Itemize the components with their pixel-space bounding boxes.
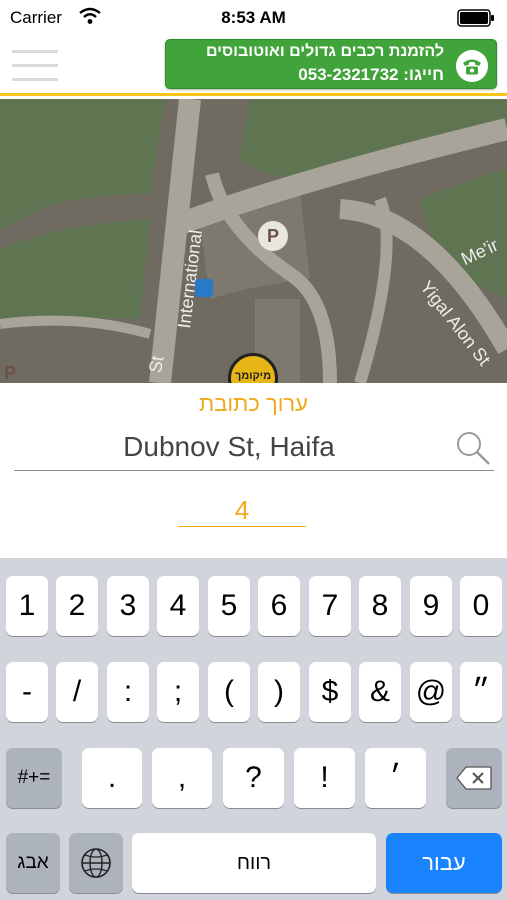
search-icon[interactable] bbox=[454, 429, 492, 467]
key-6[interactable]: 6 bbox=[258, 576, 300, 636]
key-0[interactable]: 0 bbox=[460, 576, 502, 636]
panel-title: ערוך כתובת bbox=[199, 391, 308, 416]
house-number-value: 4 bbox=[234, 495, 250, 525]
backspace-icon bbox=[456, 766, 492, 790]
key-more-symbols[interactable]: #+= bbox=[6, 748, 62, 808]
key-exclamation[interactable]: ! bbox=[294, 748, 355, 808]
key-7[interactable]: 7 bbox=[309, 576, 351, 636]
key-5[interactable]: 5 bbox=[208, 576, 250, 636]
battery-icon bbox=[457, 9, 494, 27]
key-geresh[interactable]: ׳ bbox=[365, 748, 426, 808]
bus-stop-icon bbox=[195, 279, 213, 297]
app-header: להזמנת רכבים גדולים ואוטובוסים חייגו: 05… bbox=[0, 36, 507, 96]
status-bar: Carrier 8:53 AM bbox=[0, 0, 507, 36]
edit-address-panel: ערוך כתובת Dubnov St, Haifa 4 bbox=[0, 383, 507, 558]
key-slash[interactable]: / bbox=[56, 662, 98, 722]
key-8[interactable]: 8 bbox=[359, 576, 401, 636]
street-label-st: St bbox=[145, 354, 168, 375]
key-3[interactable]: 3 bbox=[107, 576, 149, 636]
space-key[interactable]: רווח bbox=[132, 833, 376, 893]
key-comma[interactable]: , bbox=[152, 748, 212, 808]
key-question[interactable]: ? bbox=[223, 748, 284, 808]
map-roads bbox=[0, 99, 507, 383]
go-key[interactable]: עבור bbox=[386, 833, 502, 893]
globe-icon bbox=[81, 848, 111, 878]
key-letters[interactable]: אבג bbox=[6, 833, 60, 893]
clock: 8:53 AM bbox=[221, 8, 286, 27]
numeric-keyboard: 1 2 3 4 5 6 7 8 9 0 - / : ; ( ) $ & @ ״ … bbox=[0, 558, 507, 900]
phone-icon bbox=[456, 50, 488, 82]
key-close-paren[interactable]: ) bbox=[258, 662, 300, 722]
pin-label: מיקומך bbox=[234, 370, 272, 382]
promo-phone-text: חייגו: 053-2321732 bbox=[298, 65, 444, 84]
promo-text: להזמנת רכבים גדולים ואוטובוסים bbox=[205, 43, 444, 60]
parking-icon: P bbox=[258, 221, 288, 251]
key-2[interactable]: 2 bbox=[56, 576, 98, 636]
parking-icon: P bbox=[4, 363, 17, 383]
backspace-key[interactable] bbox=[446, 748, 502, 808]
globe-key[interactable] bbox=[69, 833, 123, 893]
key-semicolon[interactable]: ; bbox=[157, 662, 199, 722]
key-period[interactable]: . bbox=[82, 748, 142, 808]
key-4[interactable]: 4 bbox=[157, 576, 199, 636]
address-field[interactable]: Dubnov St, Haifa bbox=[14, 425, 494, 471]
key-hyphen[interactable]: - bbox=[6, 662, 48, 722]
house-number-field[interactable]: 4 bbox=[178, 483, 306, 527]
key-1[interactable]: 1 bbox=[6, 576, 48, 636]
map-view[interactable]: International Me'ir Yigal Alon St St P P… bbox=[0, 99, 507, 383]
key-colon[interactable]: : bbox=[107, 662, 149, 722]
key-dollar[interactable]: $ bbox=[309, 662, 351, 722]
key-gershayim[interactable]: ״ bbox=[460, 662, 502, 722]
address-value: Dubnov St, Haifa bbox=[123, 431, 335, 462]
key-9[interactable]: 9 bbox=[410, 576, 452, 636]
hamburger-menu-icon[interactable] bbox=[8, 42, 62, 88]
large-vehicle-order-banner[interactable]: להזמנת רכבים גדולים ואוטובוסים חייגו: 05… bbox=[165, 39, 497, 89]
key-ampersand[interactable]: & bbox=[359, 662, 401, 722]
key-at[interactable]: @ bbox=[410, 662, 452, 722]
key-open-paren[interactable]: ( bbox=[208, 662, 250, 722]
